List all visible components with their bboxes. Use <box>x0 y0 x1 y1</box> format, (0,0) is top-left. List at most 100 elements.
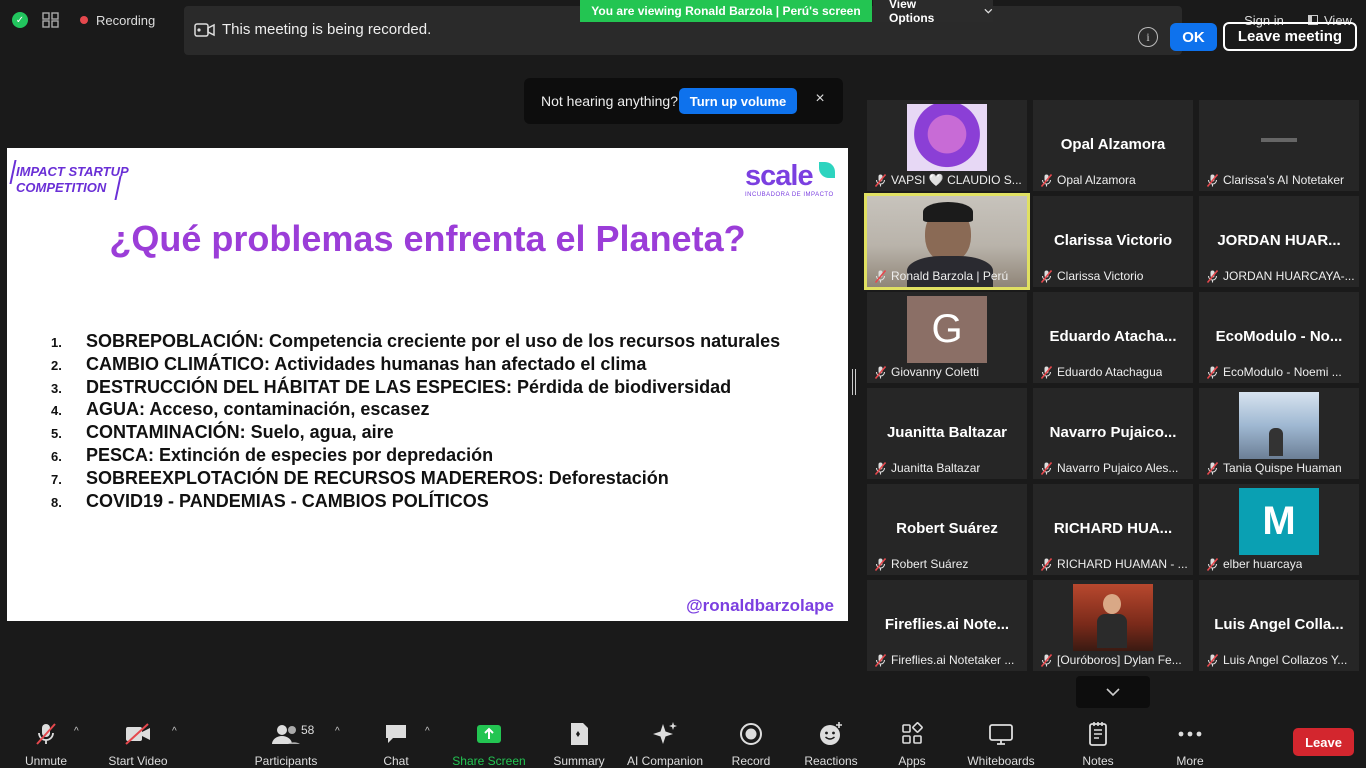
audio-toast: Not hearing anything? Turn up volume × <box>524 78 843 124</box>
video-options-caret[interactable]: ^ <box>172 726 177 737</box>
reactions-button[interactable]: Reactions <box>802 712 860 768</box>
ok-button[interactable]: OK <box>1170 23 1217 51</box>
participant-display-name: Luis Angel Colla... <box>1214 616 1344 633</box>
microphone-muted-icon <box>1041 269 1053 283</box>
participant-name: JORDAN HUARCAYA-... <box>1223 269 1355 283</box>
problem-text: SOBREEXPLOTACIÓN DE RECURSOS MADEREROS: … <box>86 467 669 488</box>
participant-display-name: RICHARD HUA... <box>1053 520 1173 537</box>
more-button[interactable]: More <box>1168 712 1212 768</box>
slide-handle: @ronaldbarzolape <box>686 596 834 615</box>
participant-name-label: Eduardo Atachagua <box>1041 363 1162 381</box>
participants-button[interactable]: Participants <box>250 712 322 768</box>
problem-text: CAMBIO CLIMÁTICO: Actividades humanas ha… <box>86 353 647 374</box>
share-screen-button[interactable]: Share Screen <box>452 712 526 768</box>
slide-title: ¿Qué problemas enfrenta el Planeta? <box>109 218 746 259</box>
microphone-muted-icon <box>1207 653 1219 667</box>
participant-tile[interactable]: Ronald Barzola | Perú <box>864 193 1030 290</box>
participant-name: Giovanny Coletti <box>891 365 980 379</box>
participant-tile[interactable]: RICHARD HUA... RICHARD HUAMAN - ... <box>1033 484 1193 575</box>
participant-avatar: G <box>907 296 987 363</box>
participant-name-label: Tania Quispe Huaman <box>1207 459 1342 477</box>
microphone-muted-icon <box>1041 461 1053 475</box>
gallery-scroll-down-button[interactable] <box>1076 676 1150 708</box>
participant-name: Navarro Pujaico Ales... <box>1057 461 1179 475</box>
microphone-muted-icon <box>1041 173 1053 187</box>
problem-number: 4. <box>51 403 62 419</box>
recording-notice-message: This meeting is being recorded. <box>222 21 432 38</box>
start-video-button[interactable]: Start Video <box>104 712 172 768</box>
recording-label: Recording <box>96 12 156 28</box>
participant-name-label: EcoModulo - Noemi ... <box>1207 363 1342 381</box>
split-resize-handle[interactable] <box>852 369 856 395</box>
leave-meeting-button[interactable]: Leave meeting <box>1223 22 1357 51</box>
participant-tile[interactable]: Melber huarcaya <box>1199 484 1359 575</box>
problem-list-item: 2. CAMBIO CLIMÁTICO: Actividades humanas … <box>51 354 841 377</box>
participant-name-label: Opal Alzamora <box>1041 171 1136 189</box>
participant-tile[interactable]: Navarro Pujaico... Navarro Pujaico Ales..… <box>1033 388 1193 479</box>
participant-tile[interactable]: Eduardo Atacha... Eduardo Atachagua <box>1033 292 1193 383</box>
participant-tile[interactable]: Clarissa's AI Notetaker <box>1199 100 1359 191</box>
notes-button[interactable]: Notes <box>1078 712 1118 768</box>
record-button[interactable]: Record <box>728 712 774 768</box>
close-icon[interactable]: × <box>811 90 829 110</box>
shared-screen-slide: IMPACT STARTUP COMPETITION scale INCUBAD… <box>7 148 848 621</box>
unmute-button[interactable]: Unmute <box>16 712 76 768</box>
participant-display-name: Eduardo Atacha... <box>1049 328 1177 345</box>
whiteboards-button[interactable]: Whiteboards <box>964 712 1038 768</box>
participant-name: RICHARD HUAMAN - ... <box>1057 557 1188 571</box>
participant-name-label: VAPSI 🤍 CLAUDIO S... <box>875 171 1022 189</box>
problem-text: COVID19 - PANDEMIAS - CAMBIOS POLÍTICOS <box>86 490 489 511</box>
summary-button[interactable]: Summary <box>552 712 606 768</box>
participant-tile[interactable]: EcoModulo - No... EcoModulo - Noemi ... <box>1199 292 1359 383</box>
participants-options-caret[interactable]: ^ <box>335 726 340 737</box>
participant-display-name: Clarissa Victorio <box>1053 232 1173 249</box>
microphone-muted-icon <box>875 557 887 571</box>
participant-tile[interactable]: Fireflies.ai Note... Fireflies.ai Notetak… <box>867 580 1027 671</box>
problem-list-item: 3. DESTRUCCIÓN DEL HÁBITAT DE LAS ESPECIE… <box>51 377 841 400</box>
apps-button[interactable]: Apps <box>892 712 932 768</box>
participant-name-label: Luis Angel Collazos Y... <box>1207 651 1347 669</box>
participant-tile[interactable]: [Ouróboros] Dylan Fe... <box>1033 580 1193 671</box>
viewing-screen-banner: You are viewing Ronald Barzola | Perú's … <box>580 0 872 22</box>
participant-name: Eduardo Atachagua <box>1057 365 1163 379</box>
participant-display-name: EcoModulo - No... <box>1215 328 1343 345</box>
microphone-muted-icon <box>875 269 887 283</box>
grid-icon[interactable] <box>42 12 60 28</box>
participant-name-label: Ronald Barzola | Perú <box>875 267 1008 285</box>
participant-name: Luis Angel Collazos Y... <box>1223 653 1348 667</box>
recording-dot-icon <box>80 16 88 24</box>
participant-tile[interactable]: VAPSI 🤍 CLAUDIO S... <box>867 100 1027 191</box>
view-options-dropdown[interactable]: View Options <box>873 0 993 25</box>
participant-name-label: Giovanny Coletti <box>875 363 979 381</box>
recording-indicator[interactable]: Recording <box>74 8 161 32</box>
participant-tile[interactable]: Robert Suárez Robert Suárez <box>867 484 1027 575</box>
participant-tile[interactable]: Opal Alzamora Opal Alzamora <box>1033 100 1193 191</box>
microphone-muted-icon <box>875 461 887 475</box>
audio-options-caret[interactable]: ^ <box>74 726 79 737</box>
participant-tile[interactable]: Juanitta Baltazar Juanitta Baltazar <box>867 388 1027 479</box>
microphone-muted-icon <box>1207 269 1219 283</box>
participant-tile[interactable]: Tania Quispe Huaman <box>1199 388 1359 479</box>
participant-tile[interactable]: JORDAN HUAR... JORDAN HUARCAYA-... <box>1199 196 1359 287</box>
security-shield-icon[interactable]: ✓ <box>12 12 28 28</box>
leave-button[interactable]: Leave <box>1293 728 1354 756</box>
problem-text: SOBREPOBLACIÓN: Competencia creciente po… <box>86 331 781 351</box>
participant-display-name: JORDAN HUAR... <box>1217 232 1341 249</box>
microphone-muted-icon <box>36 723 56 745</box>
participant-name: Juanitta Baltazar <box>891 461 981 475</box>
participant-tile[interactable]: G Giovanny Coletti <box>867 292 1027 383</box>
participant-name-label: elber huarcaya <box>1207 555 1302 573</box>
participant-display-name: Opal Alzamora <box>1060 136 1166 153</box>
turn-up-volume-button[interactable]: Turn up volume <box>679 88 797 114</box>
participant-name: Fireflies.ai Notetaker ... <box>891 653 1015 667</box>
problem-number: 5. <box>51 426 62 442</box>
chat-options-caret[interactable]: ^ <box>425 726 430 737</box>
participant-count: 58 <box>301 723 315 737</box>
participant-tile[interactable]: Luis Angel Colla... Luis Angel Collazos Y… <box>1199 580 1359 671</box>
ai-companion-button[interactable]: AI Companion <box>624 712 706 768</box>
chat-icon <box>386 725 406 743</box>
info-icon[interactable]: i <box>1138 27 1158 47</box>
participant-tile[interactable]: Clarissa Victorio Clarissa Victorio <box>1033 196 1193 287</box>
chat-button[interactable]: Chat <box>376 712 416 768</box>
scale-logo: scale INCUBADORA DE IMPACTO <box>745 160 835 198</box>
